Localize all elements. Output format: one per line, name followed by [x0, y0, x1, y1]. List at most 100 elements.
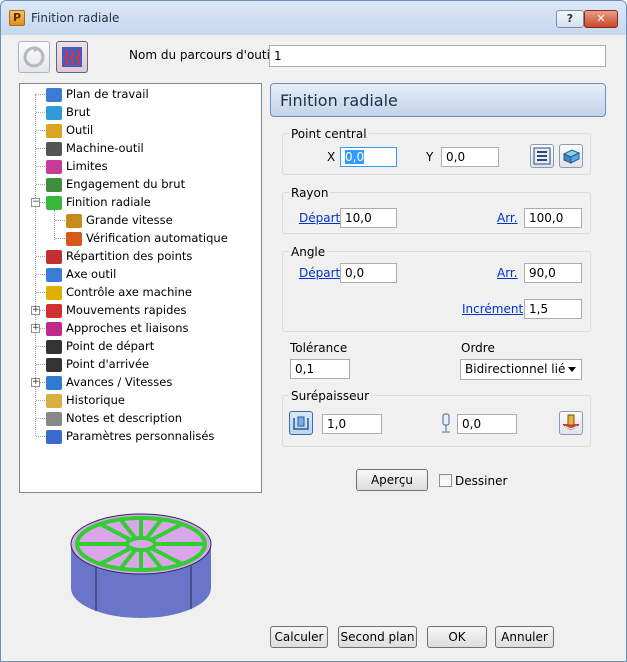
axial-thickness-icon — [442, 413, 450, 433]
draw-checkbox-label: Dessiner — [455, 474, 508, 488]
history-icon — [46, 393, 62, 408]
tree-item-label: Plan de travail — [66, 87, 149, 101]
angle-increment-link[interactable]: Incrément — [462, 302, 523, 316]
tree-item-label: Notes et description — [66, 411, 183, 425]
preview-button[interactable]: Aperçu — [356, 469, 428, 491]
expand-toggle-leads[interactable]: + — [31, 324, 40, 333]
center-point-label: Point central — [289, 127, 369, 141]
tree-item[interactable]: Machine-outil — [46, 139, 144, 157]
angle-end-input[interactable]: 90,0 — [524, 263, 582, 283]
tree-item[interactable]: Vérification automatique — [66, 229, 228, 247]
radius-end-input[interactable]: 100,0 — [524, 208, 582, 228]
tree-item[interactable]: Contrôle axe machine — [46, 283, 192, 301]
panel-title: Finition radiale — [270, 83, 606, 117]
user-params-icon — [46, 429, 62, 444]
tree-guide-line — [55, 238, 65, 239]
tree-item[interactable]: Point de départ — [46, 337, 154, 355]
tool-axis-icon — [46, 267, 62, 282]
tree-item-label: Axe outil — [66, 267, 117, 281]
toolpath-name-input[interactable]: 1 — [269, 45, 606, 67]
queue-button[interactable]: Second plan — [338, 626, 417, 648]
collapse-toggle-radial[interactable]: − — [31, 198, 40, 207]
component-thickness-button[interactable] — [559, 411, 583, 435]
tree-item-label: Brut — [66, 105, 91, 119]
angle-increment-input[interactable]: 1,5 — [524, 299, 582, 319]
radial-thickness-input[interactable]: 1,0 — [322, 414, 382, 434]
chevron-down-icon — [568, 367, 576, 372]
axial-thickness-input[interactable]: 0,0 — [457, 414, 517, 434]
y-label: Y — [426, 150, 434, 164]
radius-start-link[interactable]: Départ — [299, 211, 340, 225]
tree-item[interactable]: Brut — [46, 103, 90, 121]
ok-button[interactable]: OK — [427, 626, 487, 648]
tree-guide-line — [36, 166, 45, 167]
tree-guide-line — [36, 400, 45, 401]
expand-toggle-feeds[interactable]: + — [31, 378, 40, 387]
tree-item-label: Mouvements rapides — [66, 303, 187, 317]
x-label: X — [327, 150, 336, 164]
toolpath-recycle-button[interactable] — [18, 41, 50, 73]
tree-item-label: Contrôle axe machine — [66, 285, 192, 299]
center-y-input[interactable]: 0,0 — [441, 147, 499, 167]
toolpath-template-button[interactable] — [56, 41, 88, 73]
angle-label: Angle — [289, 245, 328, 259]
tree-item[interactable]: Grande vitesse — [66, 211, 173, 229]
tree-guide-line — [36, 292, 45, 293]
tree-guide-line — [36, 112, 45, 113]
part-preview-image — [70, 513, 212, 618]
toolpath-pattern-icon — [62, 47, 82, 67]
tree-guide-line — [36, 346, 45, 347]
high-speed-icon — [66, 213, 82, 228]
tree-item-label: Machine-outil — [66, 141, 144, 155]
tree-item[interactable]: Répartition des points — [46, 247, 192, 265]
draw-checkbox[interactable] — [439, 474, 452, 487]
tree-item[interactable]: Mouvements rapides — [46, 301, 187, 319]
angle-start-input[interactable]: 0,0 — [340, 263, 397, 283]
radial-thickness-icon — [293, 416, 309, 430]
tree-guide-line — [55, 220, 65, 221]
block-center-button[interactable] — [559, 144, 583, 168]
start-point-icon — [46, 339, 62, 354]
tree-item[interactable]: Paramètres personnalisés — [46, 427, 214, 445]
tree-item[interactable]: Finition radiale — [46, 193, 151, 211]
radius-start-input[interactable]: 10,0 — [340, 208, 397, 228]
tree-guide-line — [36, 94, 45, 95]
list-calculator-icon — [533, 147, 551, 165]
help-button[interactable]: ? — [556, 10, 584, 28]
tree-item[interactable]: Plan de travail — [46, 85, 149, 103]
tree-item[interactable]: Approches et liaisons — [46, 319, 189, 337]
tree-item[interactable]: Notes et description — [46, 409, 182, 427]
tree-item[interactable]: Outil — [46, 121, 93, 139]
machine-axis-control-icon — [46, 285, 62, 300]
order-select[interactable]: Bidirectionnel lié — [460, 359, 582, 380]
expand-toggle-rapid[interactable]: + — [31, 306, 40, 315]
point-list-button[interactable] — [530, 144, 554, 168]
dialog-window: P Finition radiale ? ✕ Nom du parcours d… — [0, 0, 627, 662]
radial-thickness-toggle[interactable] — [289, 411, 313, 435]
tree-item[interactable]: Historique — [46, 391, 125, 409]
order-label: Ordre — [461, 341, 495, 355]
radius-end-link[interactable]: Arr. — [497, 211, 518, 225]
tree-item[interactable]: Axe outil — [46, 265, 116, 283]
tree-item-label: Finition radiale — [66, 195, 151, 209]
tolerance-input[interactable]: 0,1 — [290, 359, 350, 379]
close-button[interactable]: ✕ — [584, 10, 618, 28]
tree-item-label: Vérification automatique — [86, 231, 228, 245]
point-distribution-icon — [46, 249, 62, 264]
tree-item[interactable]: Avances / Vitesses — [46, 373, 172, 391]
rapid-moves-icon — [46, 303, 62, 318]
tree-item[interactable]: Point d'arrivée — [46, 355, 149, 373]
tree-item[interactable]: Limites — [46, 157, 108, 175]
tree-guide-line — [36, 148, 45, 149]
cancel-button[interactable]: Annuler — [495, 626, 554, 648]
workplane-icon — [46, 87, 62, 102]
center-x-input[interactable]: 0,0 — [340, 147, 397, 167]
tree-item[interactable]: Engagement du brut — [46, 175, 185, 193]
angle-start-link[interactable]: Départ — [299, 266, 340, 280]
block-icon — [46, 105, 62, 120]
calculate-button[interactable]: Calculer — [270, 626, 328, 648]
tree-item-label: Historique — [66, 393, 125, 407]
stock-engagement-icon — [46, 177, 62, 192]
tree-item-label: Grande vitesse — [86, 213, 173, 227]
angle-end-link[interactable]: Arr. — [497, 266, 518, 280]
